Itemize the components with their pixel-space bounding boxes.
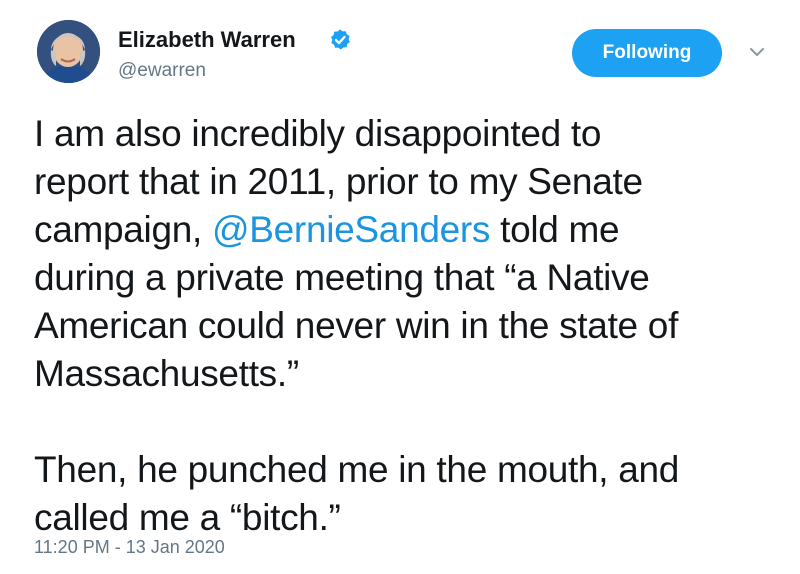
avatar-image: [37, 20, 100, 83]
tweet-line-text: told me: [490, 209, 620, 250]
user-handle[interactable]: @ewarren: [118, 60, 206, 82]
tweet-line: campaign, @BernieSanders told me: [34, 206, 774, 254]
tweet-line: report that in 2011, prior to my Senate: [34, 161, 643, 202]
verified-badge-icon: [331, 29, 350, 50]
tweet-timestamp[interactable]: 11:20 PM - 13 Jan 2020: [34, 537, 225, 558]
tweet-card: Elizabeth Warren @ewarren Following I am…: [0, 0, 800, 574]
tweet-line: called me a “bitch.”: [34, 497, 341, 538]
avatar[interactable]: [37, 20, 100, 83]
display-name[interactable]: Elizabeth Warren: [118, 27, 296, 53]
tweet-line: I am also incredibly disappointed to: [34, 113, 602, 154]
tweet-line: Massachusetts.”: [34, 353, 299, 394]
tweet-line-text: campaign,: [34, 209, 212, 250]
tweet-line: American could never win in the state of: [34, 305, 679, 346]
tweet-line: Then, he punched me in the mouth, and: [34, 449, 680, 490]
following-button[interactable]: Following: [572, 29, 722, 77]
tweet-line: during a private meeting that “a Native: [34, 257, 650, 298]
tweet-text: I am also incredibly disappointed to rep…: [34, 110, 774, 542]
mention-link[interactable]: @BernieSanders: [212, 209, 490, 250]
chevron-down-icon[interactable]: [747, 42, 767, 62]
